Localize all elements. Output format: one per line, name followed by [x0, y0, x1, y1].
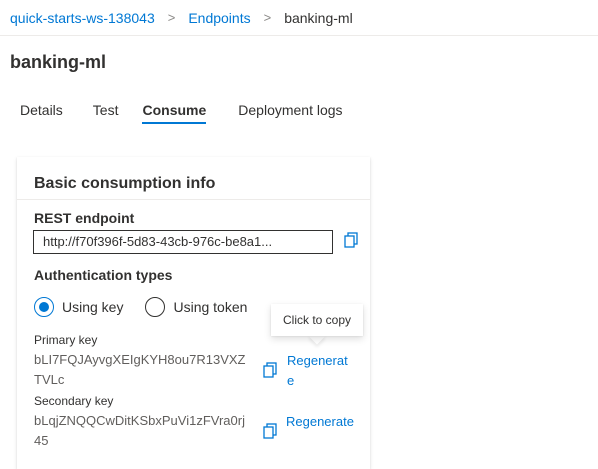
primary-key-label: Primary key: [34, 333, 98, 347]
tab-deployment-logs[interactable]: Deployment logs: [238, 102, 342, 124]
tab-consume[interactable]: Consume: [142, 102, 206, 124]
secondary-key-label: Secondary key: [34, 394, 114, 408]
breadcrumb-separator: >: [167, 10, 176, 25]
rest-endpoint-label: REST endpoint: [34, 210, 135, 226]
using-token-radio[interactable]: [145, 297, 166, 317]
rest-endpoint-field[interactable]: http://f70f396f-5d83-43cb-976c-be8a1...: [33, 230, 333, 254]
primary-key-value: bLI7FQJAyvgXEIgKYH8ou7R13VXZTVLc: [34, 352, 246, 387]
tab-bar: Details Test Consume Deployment logs: [20, 102, 343, 124]
tab-test[interactable]: Test: [93, 102, 119, 124]
copy-icon[interactable]: [344, 232, 358, 253]
auth-types-label: Authentication types: [34, 267, 173, 283]
card-divider: [17, 199, 370, 200]
breadcrumb-endpoints-link[interactable]: Endpoints: [188, 10, 250, 26]
copy-icon[interactable]: [263, 362, 277, 383]
tab-details[interactable]: Details: [20, 102, 63, 124]
card-title: Basic consumption info: [34, 175, 216, 192]
breadcrumb-separator: >: [263, 10, 272, 25]
page-title: banking-ml: [10, 52, 107, 72]
using-key-radio[interactable]: [34, 297, 54, 317]
copy-tooltip: Click to copy: [271, 304, 363, 336]
breadcrumb-workspace-link[interactable]: quick-starts-ws-138043: [10, 10, 155, 26]
using-token-label[interactable]: Using token: [173, 299, 247, 315]
auth-type-radio-group: Using key Using token: [34, 297, 247, 317]
breadcrumb: quick-starts-ws-138043 > Endpoints > ban…: [0, 0, 598, 36]
copy-icon[interactable]: [263, 423, 277, 444]
regenerate-secondary-link[interactable]: Regenerate: [286, 412, 354, 432]
regenerate-primary-link[interactable]: Regenerate: [287, 351, 349, 391]
secondary-key-value: bLqjZNQQCwDitKSbxPuVi1zFVra0rj45: [34, 413, 245, 448]
using-key-label[interactable]: Using key: [62, 299, 123, 315]
breadcrumb-current: banking-ml: [284, 9, 353, 26]
